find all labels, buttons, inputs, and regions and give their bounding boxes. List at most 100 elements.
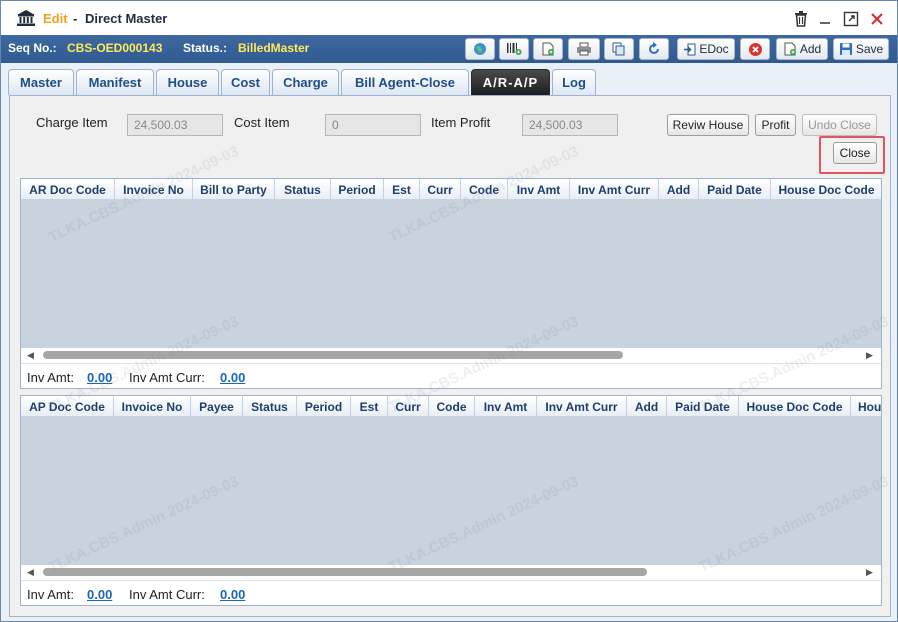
- cancel-button[interactable]: [740, 38, 770, 60]
- ap-col-header[interactable]: Period: [297, 396, 351, 417]
- ap-col-header[interactable]: Curr: [388, 396, 429, 417]
- globe-icon: [474, 43, 486, 55]
- ap-col-header[interactable]: Payee: [191, 396, 243, 417]
- scroll-left-icon[interactable]: ◀: [27, 350, 34, 361]
- ar-horizontal-scrollbar[interactable]: ◀ ▶: [21, 348, 881, 362]
- ap-grid: AP Doc Code Invoice No Payee Status Peri…: [20, 395, 882, 606]
- tab-master[interactable]: Master: [8, 69, 74, 95]
- ar-col-header[interactable]: Bill to Party: [193, 179, 275, 200]
- item-profit-field: [522, 114, 618, 136]
- ar-col-header[interactable]: AR Doc Code: [21, 179, 115, 200]
- ap-col-header[interactable]: Code: [429, 396, 475, 417]
- window-title: Direct Master: [85, 11, 168, 26]
- scroll-left-icon[interactable]: ◀: [27, 567, 34, 578]
- ap-grid-header: AP Doc Code Invoice No Payee Status Peri…: [21, 396, 881, 417]
- ar-col-header[interactable]: Invoice No: [115, 179, 193, 200]
- close-icon[interactable]: [868, 10, 886, 28]
- item-profit-label: Item Profit: [431, 115, 491, 130]
- ar-col-header[interactable]: Est: [384, 179, 420, 200]
- save-label: Save: [855, 42, 884, 56]
- cancel-icon: [748, 42, 762, 56]
- barcode-icon: [507, 43, 522, 55]
- add-button[interactable]: Add: [776, 38, 828, 60]
- new-document-button[interactable]: [533, 38, 563, 60]
- cost-item-field: [325, 114, 421, 136]
- ar-col-header[interactable]: Paid Date: [699, 179, 771, 200]
- ap-col-header[interactable]: Inv Amt Curr: [537, 396, 627, 417]
- undo-close-button[interactable]: Undo Close: [802, 114, 877, 136]
- bank-icon: [17, 10, 35, 26]
- scroll-right-icon[interactable]: ▶: [866, 567, 873, 578]
- ap-col-header[interactable]: House Doc Code: [739, 396, 851, 417]
- ar-col-header[interactable]: Curr: [420, 179, 461, 200]
- mode-label: Edit: [43, 11, 68, 26]
- ap-col-header[interactable]: Add: [627, 396, 667, 417]
- ar-col-header[interactable]: Period: [331, 179, 384, 200]
- ar-grid-footer: Inv Amt: 0.00 Inv Amt Curr: 0.00: [21, 363, 881, 388]
- tab-ar-ap[interactable]: A/R-A/P: [471, 69, 550, 95]
- ar-inv-amt-curr-value[interactable]: 0.00: [220, 370, 245, 385]
- add-label: Add: [799, 42, 822, 56]
- add-document-icon: [784, 42, 796, 56]
- close-button[interactable]: Close: [833, 142, 877, 164]
- tab-house[interactable]: House: [156, 69, 219, 95]
- profit-button[interactable]: Profit: [755, 114, 796, 136]
- refresh-icon: [649, 42, 659, 54]
- barcode-button[interactable]: [499, 38, 529, 60]
- charge-item-label: Charge Item: [36, 115, 108, 130]
- ap-inv-amt-label: Inv Amt:: [27, 587, 74, 602]
- tab-bill-agent-close[interactable]: Bill Agent-Close: [341, 69, 469, 95]
- ar-grid-header: AR Doc Code Invoice No Bill to Party Sta…: [21, 179, 881, 200]
- ar-inv-amt-value[interactable]: 0.00: [87, 370, 112, 385]
- ap-col-header[interactable]: Hou: [851, 396, 881, 417]
- globe-button[interactable]: [465, 38, 495, 60]
- tab-log[interactable]: Log: [552, 69, 596, 95]
- ar-col-header[interactable]: Code: [461, 179, 508, 200]
- ar-col-header[interactable]: Inv Amt Curr: [570, 179, 659, 200]
- seq-no-label: Seq No.:: [8, 41, 57, 55]
- ap-col-header[interactable]: Invoice No: [114, 396, 191, 417]
- ap-col-header[interactable]: Est: [351, 396, 388, 417]
- ap-grid-body[interactable]: [21, 417, 881, 565]
- refresh-button[interactable]: [639, 38, 669, 60]
- edoc-label: EDoc: [699, 42, 729, 56]
- maximize-icon[interactable]: [842, 10, 860, 28]
- tab-manifest[interactable]: Manifest: [76, 69, 154, 95]
- ar-grid-body[interactable]: [21, 200, 881, 348]
- tab-cost[interactable]: Cost: [221, 69, 270, 95]
- ap-col-header[interactable]: AP Doc Code: [21, 396, 114, 417]
- new-document-icon: [542, 42, 554, 56]
- title-bar: Edit - Direct Master: [1, 1, 897, 35]
- ap-col-header[interactable]: Paid Date: [667, 396, 739, 417]
- ap-inv-amt-value[interactable]: 0.00: [87, 587, 112, 602]
- copy-button[interactable]: [604, 38, 634, 60]
- ap-col-header[interactable]: Inv Amt: [475, 396, 537, 417]
- ar-scroll-thumb[interactable]: [43, 351, 623, 359]
- ar-col-header[interactable]: Add: [659, 179, 699, 200]
- edoc-button[interactable]: EDoc: [677, 38, 735, 60]
- status-label: Status.:: [183, 41, 228, 55]
- ar-col-header[interactable]: House Doc Code: [771, 179, 881, 200]
- ar-inv-amt-label: Inv Amt:: [27, 370, 74, 385]
- save-button[interactable]: Save: [833, 38, 889, 60]
- ap-inv-amt-curr-label: Inv Amt Curr:: [129, 587, 205, 602]
- direct-master-window: Edit - Direct Master Seq No.: CBS-OED000…: [0, 0, 898, 622]
- seq-no-value: CBS-OED000143: [67, 41, 163, 55]
- ar-ap-panel: Charge Item Cost Item Item Profit Reviw …: [9, 95, 891, 617]
- ap-grid-footer: Inv Amt: 0.00 Inv Amt Curr: 0.00: [21, 580, 881, 605]
- minimize-icon[interactable]: [816, 10, 834, 28]
- cost-item-label: Cost Item: [234, 115, 290, 130]
- ap-inv-amt-curr-value[interactable]: 0.00: [220, 587, 245, 602]
- ar-col-header[interactable]: Status: [275, 179, 331, 200]
- review-house-button[interactable]: Reviw House: [667, 114, 749, 136]
- ap-col-header[interactable]: Status: [243, 396, 297, 417]
- scroll-right-icon[interactable]: ▶: [866, 350, 873, 361]
- trash-icon[interactable]: [792, 10, 810, 28]
- ap-scroll-thumb[interactable]: [43, 568, 647, 576]
- print-button[interactable]: [568, 38, 600, 60]
- ap-horizontal-scrollbar[interactable]: ◀ ▶: [21, 565, 881, 579]
- status-value: BilledMaster: [238, 41, 310, 55]
- tab-charge[interactable]: Charge: [272, 69, 339, 95]
- ar-col-header[interactable]: Inv Amt: [508, 179, 570, 200]
- copy-icon: [612, 42, 625, 56]
